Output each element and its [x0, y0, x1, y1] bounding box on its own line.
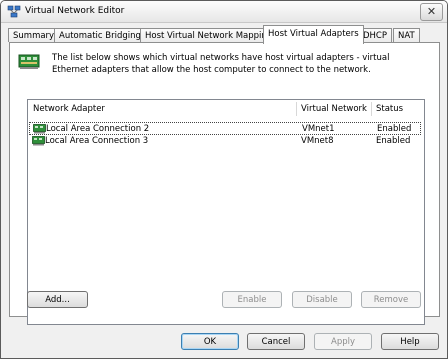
tab-host-virtual-adapters[interactable]: Host Virtual Adapters	[263, 25, 364, 44]
network-editor-icon	[7, 5, 21, 18]
network-adapter-icon	[33, 124, 46, 134]
cancel-button[interactable]: Cancel	[247, 333, 305, 350]
add-button[interactable]: Add...	[27, 291, 88, 308]
ok-button[interactable]: OK	[181, 333, 239, 350]
tab-host-virtual-network-mapping[interactable]: Host Virtual Network Mapping	[140, 28, 278, 42]
help-button[interactable]: Help	[381, 333, 439, 350]
adapter-name: Local Area Connection 2	[46, 124, 150, 134]
virtual-network: VMnet8	[301, 136, 334, 146]
apply-button[interactable]: Apply	[314, 333, 372, 350]
header-virtual-network[interactable]: Virtual Network	[301, 104, 367, 114]
table-row[interactable]: Local Area Connection 3 VMnet8 Enabled	[29, 135, 421, 148]
disable-button[interactable]: Disable	[292, 291, 352, 308]
tab-automatic-bridging[interactable]: Automatic Bridging	[54, 28, 146, 42]
network-adapter-icon	[32, 136, 45, 146]
title-bar: Virtual Network Editor ✕	[1, 1, 447, 23]
column-divider[interactable]	[296, 102, 297, 116]
adapter-name: Local Area Connection 3	[45, 136, 149, 146]
enable-button[interactable]: Enable	[222, 291, 282, 308]
table-row[interactable]: Local Area Connection 2 VMnet1 Enabled	[29, 122, 421, 135]
window-title: Virtual Network Editor	[25, 6, 125, 16]
virtual-network-editor-window: Virtual Network Editor ✕ Summary Automat…	[0, 0, 448, 359]
close-button[interactable]: ✕	[420, 3, 443, 21]
adapter-status: Enabled	[377, 124, 412, 134]
adapter-status: Enabled	[376, 136, 411, 146]
remove-button[interactable]: Remove	[361, 291, 421, 308]
tab-summary[interactable]: Summary	[8, 28, 60, 42]
virtual-network: VMnet1	[302, 124, 335, 134]
tab-nat[interactable]: NAT	[393, 28, 420, 42]
description-text: The list below shows which virtual netwo…	[52, 53, 390, 75]
header-network-adapter[interactable]: Network Adapter	[33, 104, 105, 114]
host-virtual-adapters-panel: The list below shows which virtual netwo…	[9, 42, 440, 325]
column-divider[interactable]	[371, 102, 372, 116]
network-adapter-icon	[18, 54, 40, 69]
header-status[interactable]: Status	[376, 104, 403, 114]
